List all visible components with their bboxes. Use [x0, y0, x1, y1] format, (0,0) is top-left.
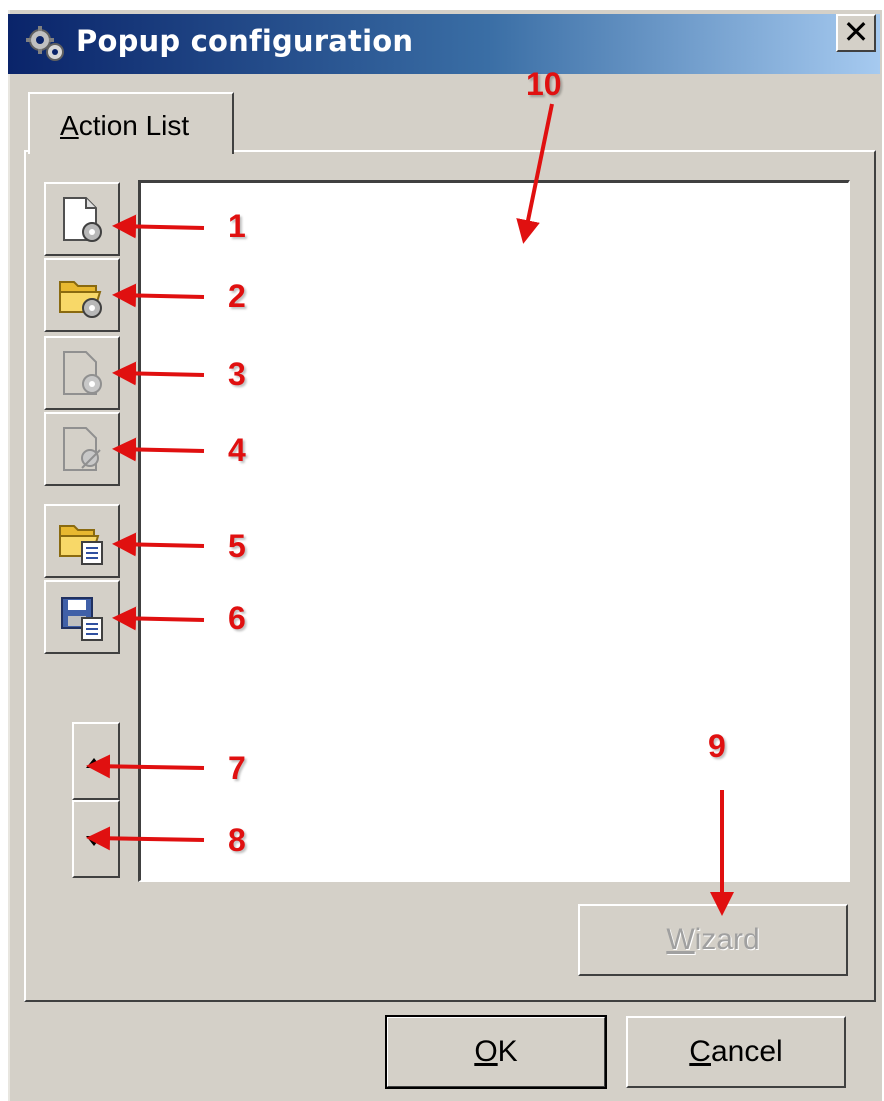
edit-action-button[interactable]: [44, 336, 120, 410]
annotation-4: 4: [228, 432, 246, 468]
annotation-6: 6: [228, 600, 246, 636]
open-folder-gear-icon: [59, 281, 102, 318]
annotation-2: 2: [228, 278, 246, 314]
annotation-5: 5: [228, 528, 246, 564]
move-down-arrow-icon: [86, 836, 102, 846]
move-up-button[interactable]: [72, 722, 120, 800]
open-action-button[interactable]: [44, 258, 120, 332]
import-list-button[interactable]: [44, 504, 120, 578]
delete-document-gear-icon: [63, 427, 101, 471]
new-document-gear-icon: [63, 197, 102, 242]
close-icon: ✕: [842, 13, 870, 51]
tab-action-list[interactable]: Action List: [28, 92, 234, 154]
wizard-button[interactable]: Wizard: [578, 904, 848, 976]
export-list-button[interactable]: [44, 580, 120, 654]
close-button[interactable]: ✕: [836, 14, 876, 52]
edit-document-gear-icon: [63, 351, 102, 395]
annotation-7: 7: [228, 750, 246, 786]
annotation-3: 3: [228, 356, 246, 392]
annotation-9: 9: [708, 728, 726, 764]
annotation-8: 8: [228, 822, 246, 858]
open-folder-list-icon: [59, 525, 103, 565]
annotation-10: 10: [526, 66, 562, 102]
gears-icon: [24, 24, 68, 64]
annotation-1: 1: [228, 208, 246, 244]
save-disk-list-icon: [61, 597, 103, 641]
window-title: Popup configuration: [76, 24, 414, 58]
move-up-arrow-icon: [86, 758, 102, 768]
title-bar: Popup configuration: [8, 14, 880, 74]
new-action-button[interactable]: [44, 182, 120, 256]
delete-action-button[interactable]: [44, 412, 120, 486]
tab-label: Action List: [60, 110, 190, 141]
move-down-button[interactable]: [72, 800, 120, 878]
ok-button[interactable]: OK: [385, 1015, 607, 1089]
cancel-button[interactable]: Cancel: [626, 1016, 846, 1088]
